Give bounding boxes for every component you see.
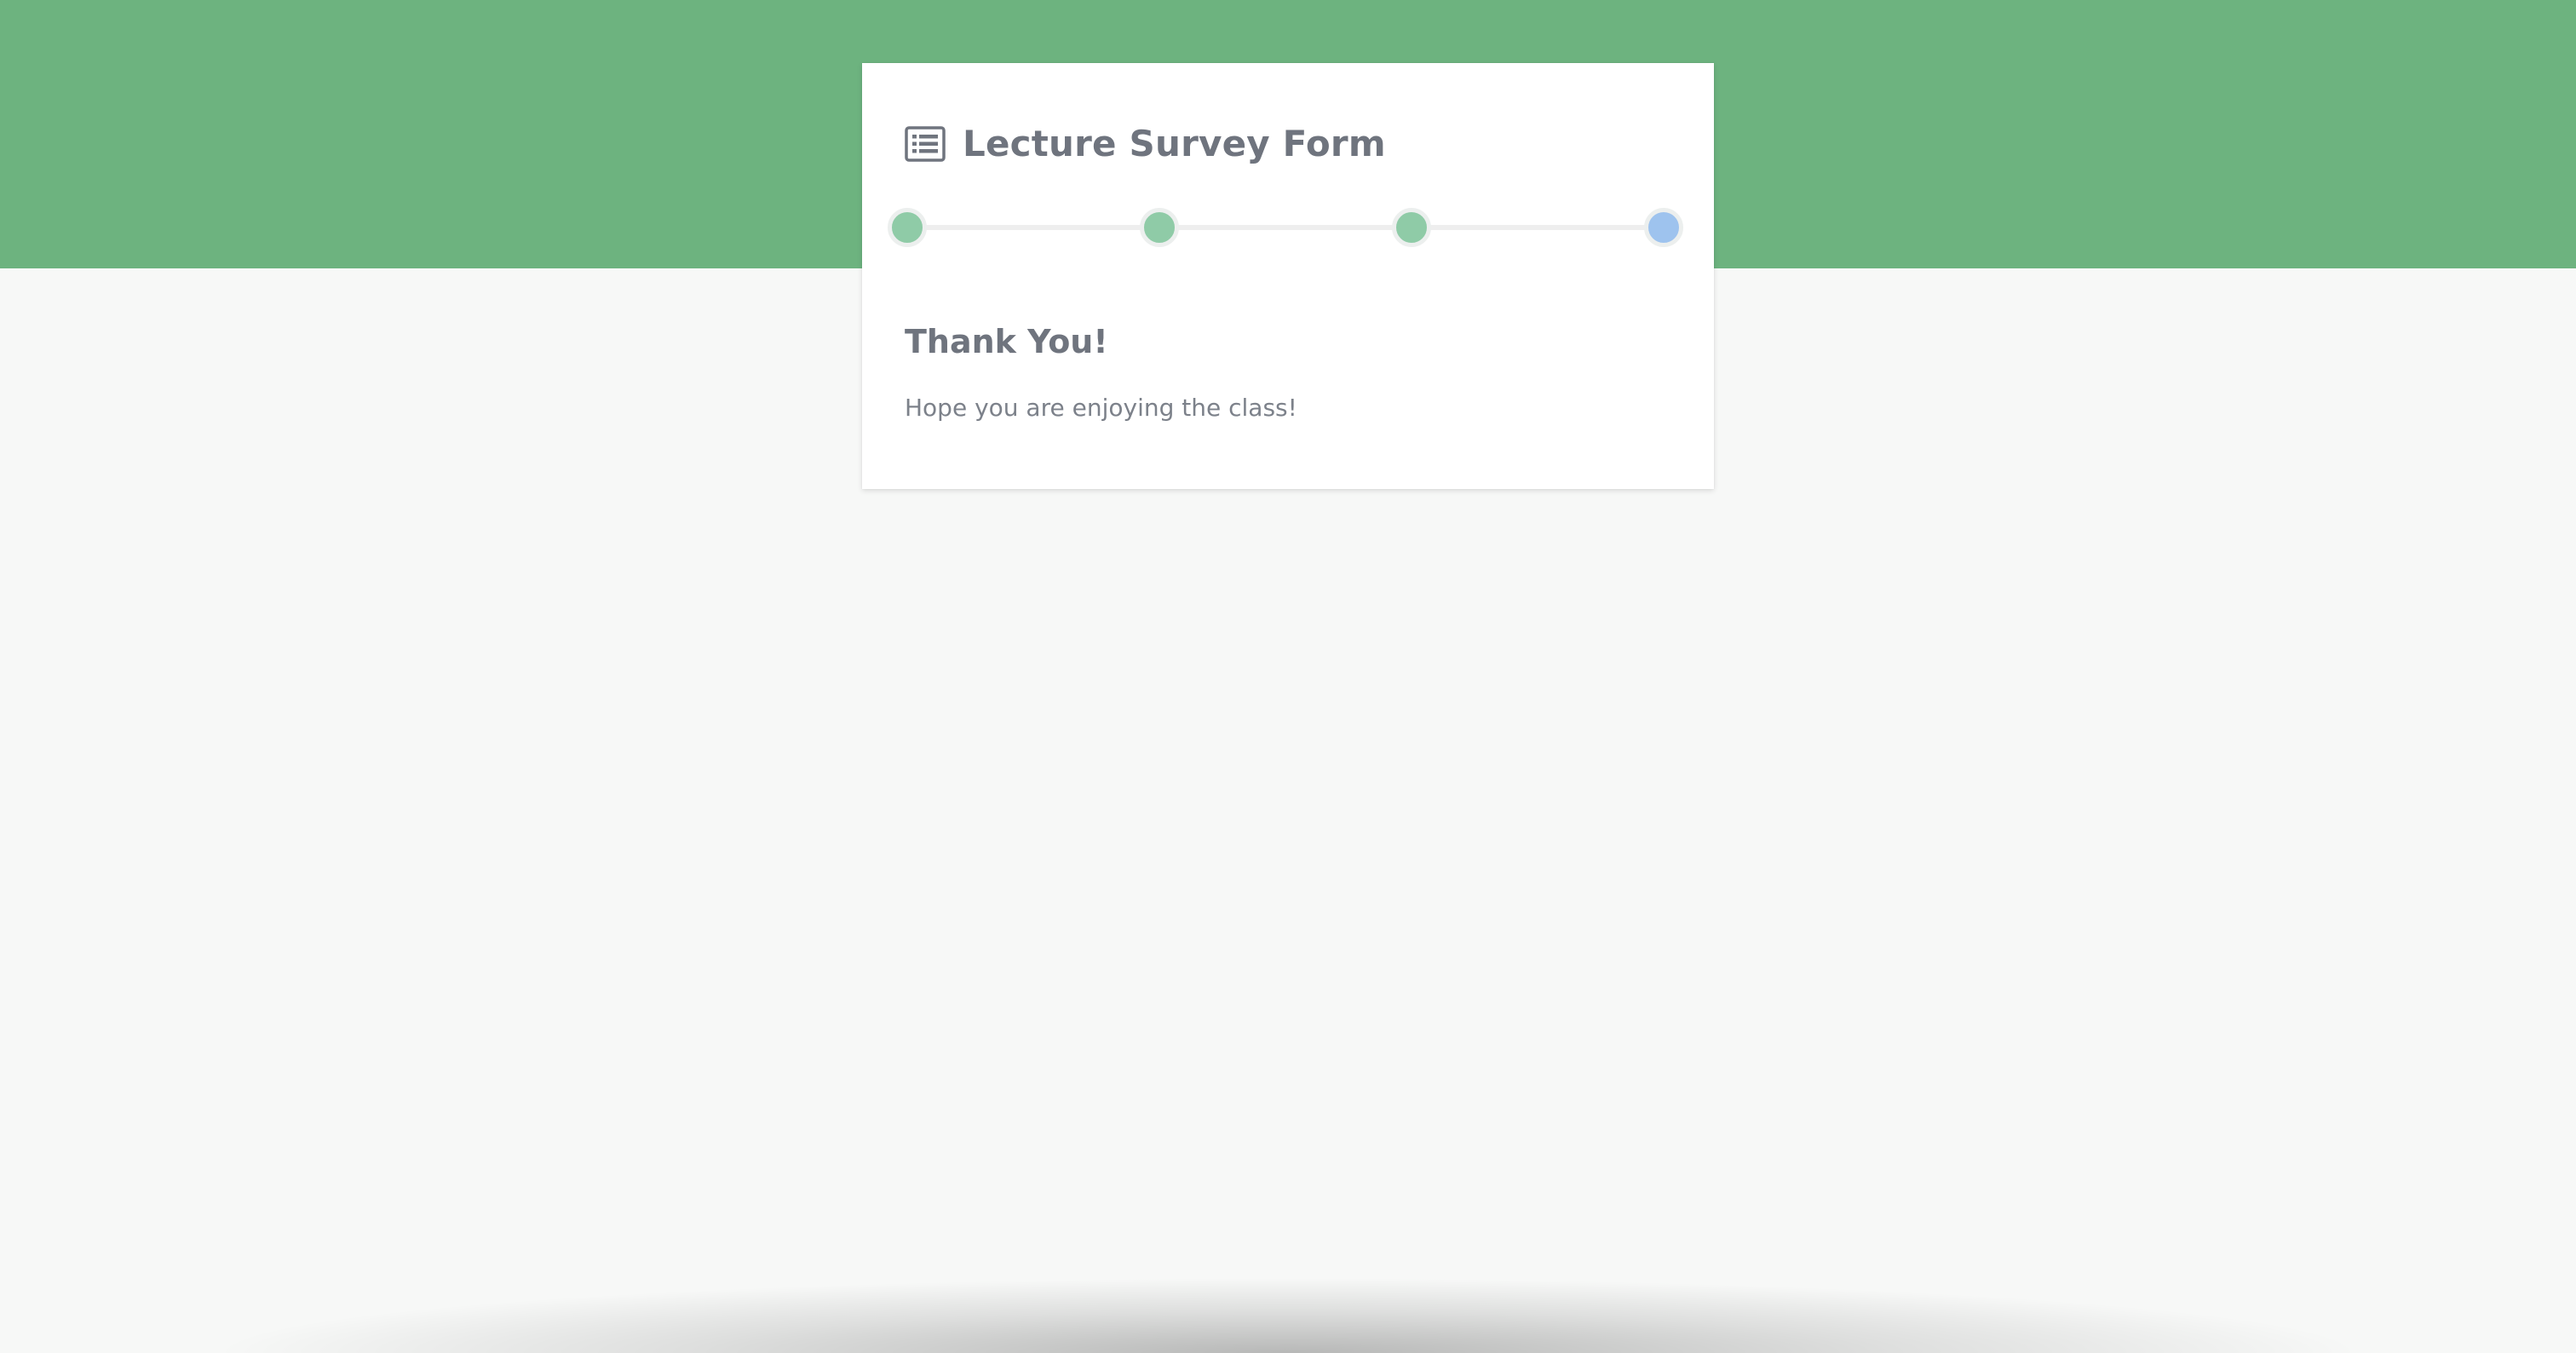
progress-track	[906, 225, 1665, 230]
progress-step-3	[1392, 208, 1431, 247]
progress-step-2	[1140, 208, 1179, 247]
card-header: Lecture Survey Form	[905, 123, 1386, 164]
progress-steps	[888, 208, 1683, 247]
list-alt-icon	[905, 125, 946, 162]
bottom-shadow	[0, 1259, 2576, 1353]
thank-you-heading: Thank You!	[905, 323, 1108, 360]
form-title: Lecture Survey Form	[963, 123, 1386, 164]
thank-you-message: Hope you are enjoying the class!	[905, 394, 1297, 422]
progress-step-4	[1644, 208, 1683, 247]
progress-step-1	[888, 208, 927, 247]
survey-card: Lecture Survey Form Thank You! Hope you …	[862, 63, 1714, 489]
